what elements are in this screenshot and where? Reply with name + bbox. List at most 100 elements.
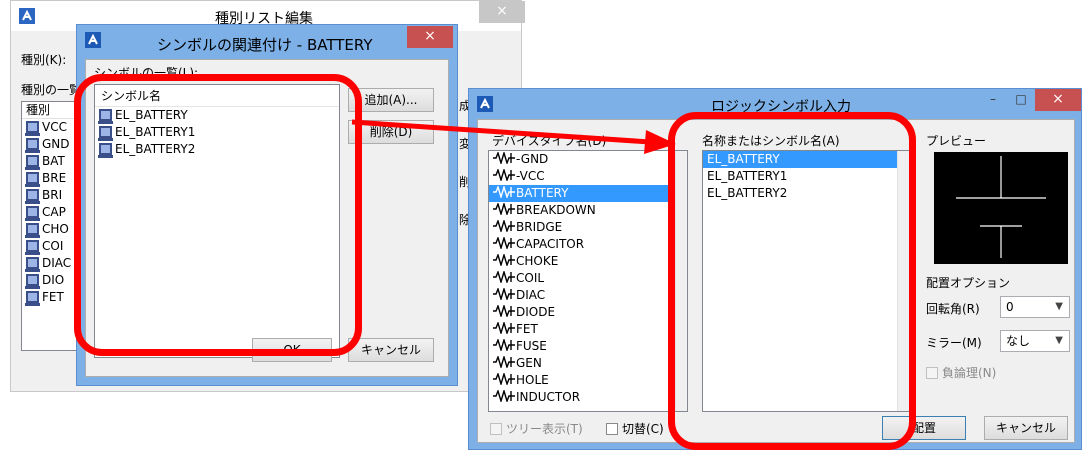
highlight-box-logic-symbols (668, 112, 916, 450)
device-list-item[interactable]: INDUCTOR (489, 389, 687, 406)
symbol-association-close-button[interactable]: × (407, 26, 453, 48)
computer-icon (25, 121, 40, 136)
device-item-label: COIL (516, 271, 545, 285)
device-item-label: CHOKE (516, 254, 559, 268)
tree-view-checkbox[interactable] (490, 423, 502, 435)
kind-item-label: CHO (42, 222, 69, 236)
preview-label: プレビュー (926, 134, 987, 148)
toggle-checkbox[interactable] (606, 423, 618, 435)
computer-icon (25, 189, 40, 204)
rotation-label: 回転角(R) (926, 302, 980, 316)
negative-logic-checkbox[interactable] (926, 367, 938, 379)
device-list-item[interactable]: COIL (489, 270, 687, 287)
kind-item-label: GND (42, 137, 70, 151)
device-type-listbox[interactable]: -GND -VCC BATTERY BREAKDOWN BRIDGE CAPACITOR C… (488, 150, 688, 412)
device-item-label: -VCC (516, 169, 545, 183)
device-item-label: FUSE (516, 339, 547, 353)
negative-logic-label: 負論理(N) (942, 366, 997, 380)
app-logo-icon (85, 32, 101, 48)
chevron-down-icon: ▼ (1055, 335, 1063, 346)
resistor-icon (493, 305, 515, 317)
resistor-icon (493, 373, 515, 385)
computer-icon (25, 240, 40, 255)
red-arrow-icon (351, 119, 676, 154)
resistor-icon (493, 186, 515, 198)
device-list-item[interactable]: BATTERY (489, 185, 687, 202)
resistor-icon (493, 169, 515, 181)
chevron-down-icon: ▼ (1055, 301, 1063, 312)
device-item-label: BREAKDOWN (516, 203, 596, 217)
preview-canvas (934, 152, 1068, 264)
battery-symbol-preview (956, 156, 1046, 258)
resistor-icon (493, 254, 515, 266)
app-logo-icon (19, 8, 35, 24)
device-item-label: DIODE (516, 305, 556, 319)
kind-item-label: BRI (42, 188, 63, 202)
kind-item-label: DIO (42, 273, 65, 287)
logic-cancel-button[interactable]: キャンセル (984, 416, 1068, 440)
symbol-association-titlebar: シンボルの関連付け - BATTERY × (77, 25, 457, 55)
device-item-label: INDUCTOR (516, 390, 581, 404)
kind-item-label: FET (42, 290, 64, 304)
resistor-icon (493, 220, 515, 232)
computer-icon (25, 223, 40, 238)
computer-icon (25, 155, 40, 170)
device-item-label: CAPACITOR (516, 237, 585, 251)
resistor-icon (493, 390, 515, 402)
device-list-item[interactable]: -VCC (489, 168, 687, 185)
device-list-item[interactable]: FET (489, 321, 687, 338)
computer-icon (25, 138, 40, 153)
minimize-button[interactable]: – (979, 89, 1007, 111)
device-list-item[interactable]: CHOKE (489, 253, 687, 270)
device-item-label: BRIDGE (516, 220, 563, 234)
device-item-label: FET (516, 322, 538, 336)
rotation-select[interactable]: 0 ▼ (1000, 296, 1070, 318)
toggle-option[interactable]: 切替(C) (606, 420, 664, 437)
computer-icon (25, 206, 40, 221)
device-list-item[interactable]: CAPACITOR (489, 236, 687, 253)
highlight-box-symbol-association (74, 74, 362, 356)
negative-logic-option[interactable]: 負論理(N) (926, 364, 996, 381)
kind-item-label: BRE (42, 171, 67, 185)
device-item-label: DIAC (516, 288, 546, 302)
maximize-button[interactable]: □ (1007, 89, 1035, 111)
kind-item-label: COI (42, 239, 64, 253)
kind-item-label: CAP (42, 205, 66, 219)
resistor-icon (493, 356, 515, 368)
symbol-association-title: シンボルの関連付け - BATTERY (157, 36, 373, 54)
rotation-value: 0 (1006, 300, 1014, 314)
tree-view-option[interactable]: ツリー表示(T) (490, 420, 583, 437)
device-list-item[interactable]: GEN (489, 355, 687, 372)
device-item-label: BATTERY (516, 186, 569, 200)
device-list-item[interactable]: FUSE (489, 338, 687, 355)
kind-label: 種別(K): (21, 53, 67, 67)
toggle-label: 切替(C) (622, 422, 664, 436)
resistor-icon (493, 271, 515, 283)
mirror-value: なし (1006, 334, 1031, 348)
device-list-item[interactable]: HOLE (489, 372, 687, 389)
resistor-icon (493, 339, 515, 351)
kind-item-label: VCC (42, 120, 67, 134)
placement-options-label: 配置オプション (926, 276, 1011, 290)
kind-list-close-button[interactable]: × (479, 1, 525, 23)
kind-item-label: BAT (42, 154, 65, 168)
computer-icon (25, 172, 40, 187)
mirror-label: ミラー(M) (926, 336, 982, 350)
tree-view-label: ツリー表示(T) (506, 422, 583, 436)
device-item-label: GEN (516, 356, 542, 370)
computer-icon (25, 274, 40, 289)
logic-symbol-close-button[interactable]: × (1035, 89, 1081, 111)
resistor-icon (493, 288, 515, 300)
computer-icon (25, 291, 40, 306)
device-list-item[interactable]: BRIDGE (489, 219, 687, 236)
resistor-icon (493, 237, 515, 249)
resistor-icon (493, 203, 515, 215)
kind-item-label: DIAC (42, 256, 72, 270)
mirror-select[interactable]: なし ▼ (1000, 330, 1070, 352)
device-item-label: HOLE (516, 373, 549, 387)
cancel-button[interactable]: キャンセル (348, 338, 434, 362)
device-list-item[interactable]: DIODE (489, 304, 687, 321)
device-list-item[interactable]: DIAC (489, 287, 687, 304)
device-list-item[interactable]: BREAKDOWN (489, 202, 687, 219)
kind-list-label: 種別の一覧 (21, 83, 82, 97)
